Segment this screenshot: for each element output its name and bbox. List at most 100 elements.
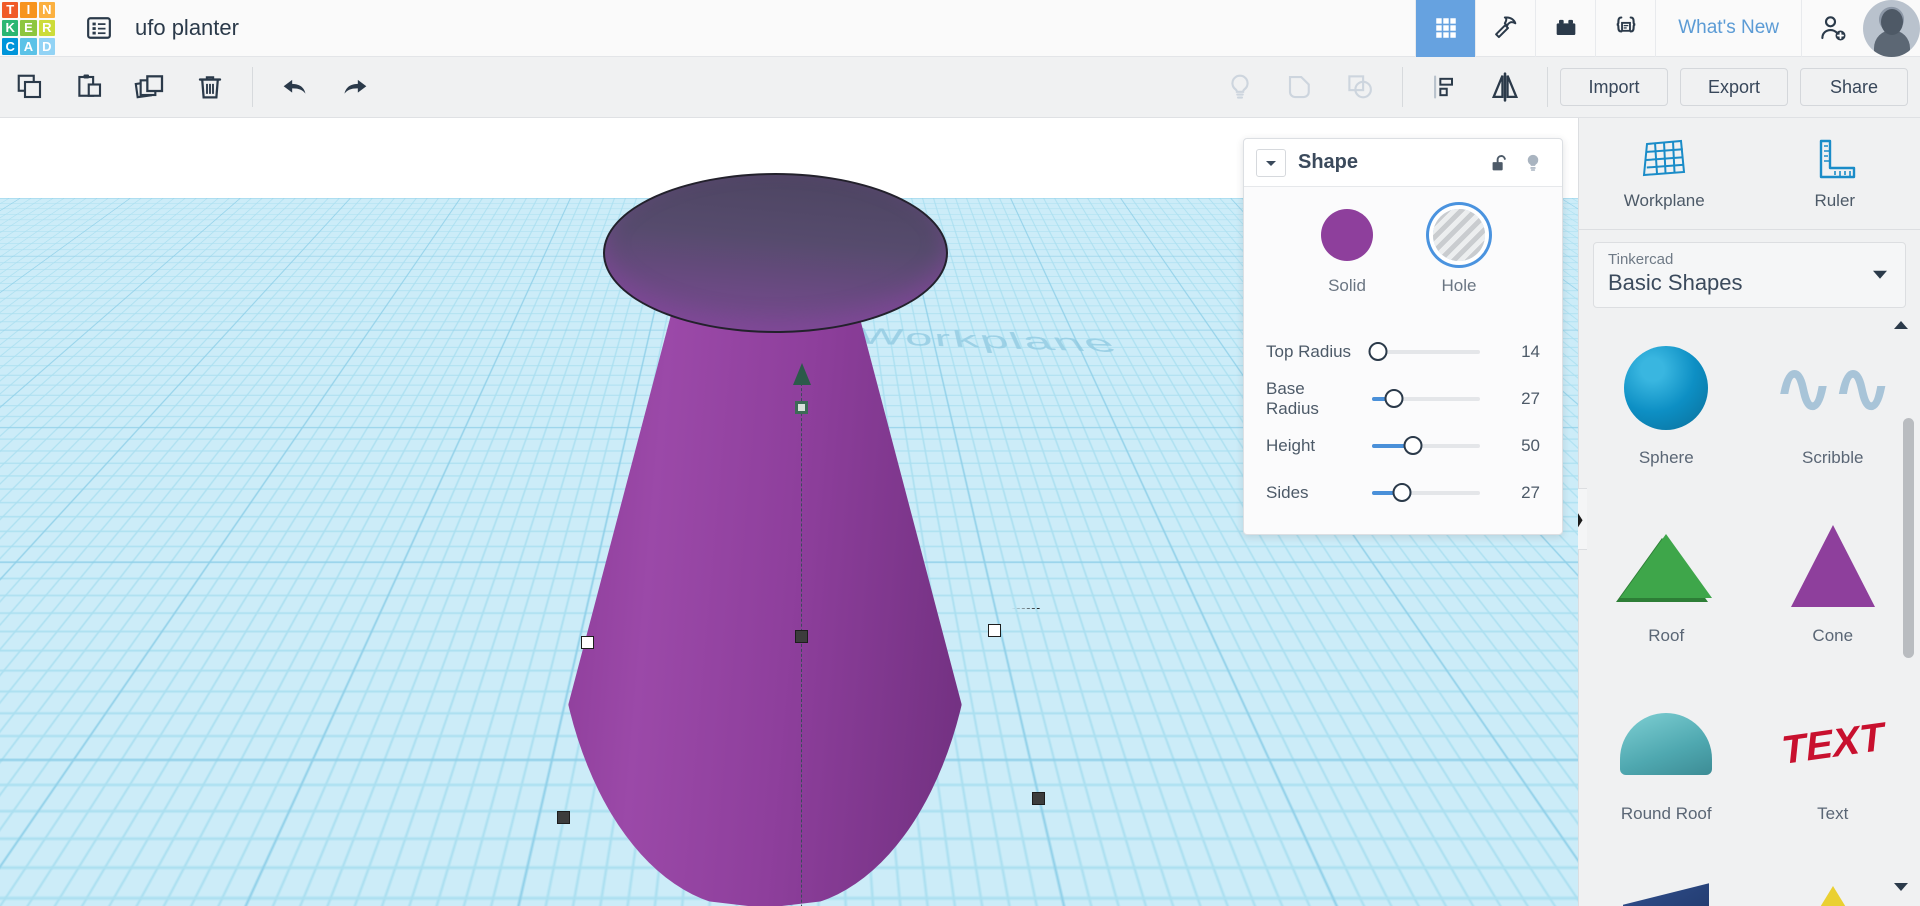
ungroup-shapes-icon — [1348, 75, 1372, 99]
slider-track-base-radius[interactable] — [1372, 388, 1480, 408]
library-select-caret — [1871, 268, 1889, 286]
lightbulb-icon — [1231, 74, 1249, 99]
ungroup-button[interactable] — [1330, 57, 1390, 118]
slider-row-top-radius: Top Radius 14 — [1266, 328, 1540, 375]
shape-item-text[interactable]: TEXT Text — [1750, 680, 1917, 858]
delete-button[interactable] — [180, 57, 240, 118]
duplicate-button[interactable] — [120, 57, 180, 118]
shape-item-scribble[interactable]: ∿∿ Scribble — [1750, 324, 1917, 502]
sidebar-tools: Workplane Ruler — [1579, 118, 1920, 230]
trash-icon — [198, 76, 222, 99]
slider-track-top-radius[interactable] — [1368, 341, 1480, 361]
tab-blocks[interactable] — [1535, 0, 1595, 57]
shape-sliders: Top Radius 14 Base Radius 27 Height 50 Sides 27 — [1244, 302, 1562, 516]
slider-track-height[interactable] — [1372, 435, 1480, 455]
workplane-tool[interactable]: Workplane — [1579, 118, 1750, 229]
slider-track-sides[interactable] — [1372, 482, 1480, 502]
zoom-in-button[interactable] — [7, 368, 51, 412]
slider-value-sides[interactable]: 27 — [1490, 483, 1540, 503]
snap-grid-label: Snap Grid — [1359, 871, 1441, 891]
hole-hatch-circle — [1433, 209, 1485, 261]
shape-label-round-roof: Round Roof — [1620, 804, 1712, 823]
shape-library-select[interactable]: Tinkercad Basic Shapes — [1593, 242, 1906, 308]
minus-icon — [21, 443, 37, 445]
edit-grid-button[interactable]: Edit Grid — [1417, 813, 1530, 850]
view-cube-front-face[interactable]: BACK — [44, 310, 158, 368]
height-handle[interactable] — [793, 363, 811, 385]
slider-knob-sides[interactable] — [1392, 482, 1412, 502]
shape-label-sphere: Sphere — [1638, 448, 1694, 467]
slider-value-height[interactable]: 50 — [1490, 436, 1540, 456]
shape-item-sphere[interactable]: Sphere — [1583, 324, 1750, 502]
shape-item-round-roof[interactable]: Round Roof — [1583, 680, 1750, 858]
tinkercad-logo[interactable]: TIN KER CAD — [0, 0, 57, 57]
shapes-scrollbar[interactable] — [1903, 418, 1914, 658]
edit-toolbar: Import Export Share — [0, 57, 1920, 118]
group-button[interactable] — [1270, 57, 1330, 118]
redo-button[interactable] — [325, 57, 385, 118]
slider-knob-height[interactable] — [1403, 435, 1423, 455]
paste-icon — [78, 74, 102, 97]
ruler-tool[interactable]: Ruler — [1750, 118, 1920, 229]
shape-panel-collapse-button[interactable] — [1256, 148, 1286, 177]
shape-item-roof[interactable]: Roof — [1583, 502, 1750, 680]
swatch-solid[interactable]: Solid — [1321, 209, 1373, 296]
swatch-hole[interactable]: Hole — [1433, 209, 1485, 296]
shape-lock-button[interactable] — [1482, 151, 1516, 175]
mirror-button[interactable] — [1475, 57, 1535, 118]
cone-axis-line — [801, 368, 802, 906]
fit-to-view-button[interactable] — [7, 314, 51, 358]
tab-minecraft[interactable] — [1475, 0, 1535, 57]
triangle-up-icon — [1894, 321, 1908, 329]
tab-codeblocks[interactable] — [1595, 0, 1655, 57]
user-avatar[interactable] — [1863, 0, 1920, 57]
snap-grid-select[interactable]: 1.0 mm — [1450, 865, 1558, 898]
perspective-toggle-button[interactable] — [7, 476, 51, 520]
shapes-grid: Sphere ∿∿ Scribble Roof Cone Round Roof TEXT Te… — [1579, 314, 1920, 906]
pyramid-thumbnail — [1779, 872, 1887, 906]
light-button[interactable] — [1210, 57, 1270, 118]
undo-button[interactable] — [265, 57, 325, 118]
align-button[interactable] — [1415, 57, 1475, 118]
roof-icon — [1620, 534, 1713, 598]
tab-3d-design[interactable] — [1415, 0, 1476, 57]
selected-cone-top-face[interactable] — [603, 173, 948, 333]
view-cube-front-label: BACK — [74, 329, 128, 348]
cube-icon — [21, 488, 37, 507]
slider-knob-top-radius[interactable] — [1368, 341, 1388, 361]
center-handle[interactable] — [795, 401, 808, 414]
import-button[interactable]: Import — [1560, 68, 1668, 106]
whats-new-link[interactable]: What's New — [1655, 0, 1801, 57]
slider-row-height: Height 50 — [1266, 422, 1540, 469]
export-button[interactable]: Export — [1680, 68, 1788, 106]
share-button[interactable]: Share — [1800, 68, 1908, 106]
slider-value-top-radius[interactable]: 14 — [1490, 342, 1540, 362]
shapes-scroll-up-button[interactable] — [1892, 318, 1910, 336]
slider-knob-base-radius[interactable] — [1384, 388, 1404, 408]
view-cube-top-face[interactable]: TOP — [40, 262, 172, 310]
align-icon — [1434, 75, 1453, 99]
slider-value-base-radius[interactable]: 27 — [1490, 389, 1540, 409]
shape-label-cone: Cone — [1812, 626, 1854, 645]
slider-row-sides: Sides 27 — [1266, 469, 1540, 516]
ruler-tool-label: Ruler — [1814, 190, 1856, 210]
project-panel-toggle[interactable] — [77, 8, 121, 48]
paste-button[interactable] — [60, 57, 120, 118]
home-view-button[interactable] — [7, 260, 51, 304]
duplicate-icon — [134, 75, 164, 99]
shape-light-button[interactable] — [1516, 151, 1550, 175]
logo-tile-i: I — [20, 1, 37, 18]
snap-grid-value: 1.0 mm — [1463, 871, 1524, 891]
shape-item-cone[interactable]: Cone — [1750, 502, 1917, 680]
sidebar-collapse-tab[interactable]: ❯ — [1565, 488, 1587, 550]
zoom-out-button[interactable] — [7, 422, 51, 466]
shape-item-box[interactable] — [1583, 858, 1750, 906]
view-cube[interactable]: TOP BACK — [40, 258, 172, 376]
undo-arrow-icon — [283, 79, 306, 94]
invite-user-button[interactable] — [1801, 0, 1863, 57]
solid-color-circle — [1321, 209, 1373, 261]
round-roof-icon — [1620, 713, 1713, 775]
document-title[interactable]: ufo planter — [135, 15, 239, 41]
copy-button[interactable] — [0, 57, 60, 118]
shapes-scroll-down-button[interactable] — [1892, 880, 1910, 898]
